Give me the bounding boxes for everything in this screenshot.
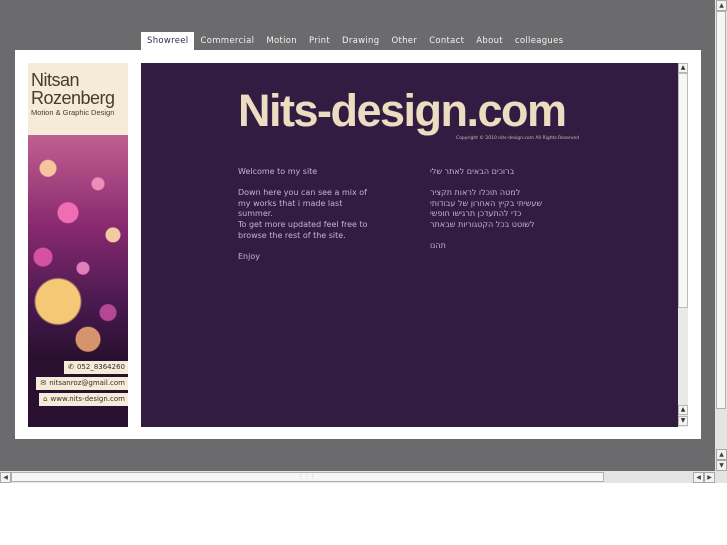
scroll-up-button[interactable]: ▲ [678, 63, 688, 73]
phone-number: 052_8364260 [76, 363, 125, 371]
window-horizontal-scrollbar[interactable]: ◀ ⋮⋮⋮ ◀ ▶ [0, 471, 715, 483]
english-welcome: Welcome to my site [238, 167, 318, 176]
contact-email: ✉ nitsanroz@gmail.com [36, 377, 128, 390]
nav-item-other[interactable]: Other [385, 32, 423, 50]
bokeh-lights-image [28, 135, 128, 357]
nav-item-showreel[interactable]: Showreel [141, 32, 195, 50]
contact-phone: ✆ 052_8364260 [64, 361, 128, 374]
content-frame: Nitsan Rozenberg Motion & Graphic Design… [15, 50, 701, 439]
banner-contact-area: ✆ 052_8364260 ✉ nitsanroz@gmail.com ⌂ ww… [28, 357, 128, 427]
scroll-down-button[interactable]: ▼ [678, 416, 688, 426]
hebrew-line: כדי להתעדכן תרגישו חופשי [430, 209, 522, 219]
english-line: browse the rest of the site. [238, 230, 346, 240]
window-scroll-down-button[interactable]: ▼ [716, 460, 727, 471]
scrollbar-corner [715, 471, 727, 483]
contact-website: ⌂ www.nits-design.com [39, 393, 128, 406]
nav-item-drawing[interactable]: Drawing [336, 32, 385, 50]
main-panel: Nits-design.com Copyright © 2010 nits-de… [141, 63, 678, 427]
hebrew-line: לשוטט בכל הקטגוריות שבאתר [430, 219, 535, 229]
hebrew-enjoy: תהנו [430, 241, 446, 251]
nav-item-contact[interactable]: Contact [423, 32, 470, 50]
nav-item-motion[interactable]: Motion [260, 32, 303, 50]
window-scroll-left-button-right[interactable]: ◀ [693, 472, 704, 483]
window-scroll-up-button[interactable]: ▲ [716, 0, 727, 11]
nav-item-about[interactable]: About [470, 32, 509, 50]
hebrew-line: שעשיתי בקיץ האחרון של עבודותי [430, 198, 543, 208]
english-line: To get more updated feel free to [238, 219, 368, 229]
hebrew-welcome-text: ברוכים הבאים לאתר שלי למטה תוכלו לראות ת… [430, 167, 580, 262]
english-body: Down here you can see a mix of my works … [238, 188, 378, 241]
english-line: my works that i made last summer. [238, 198, 343, 219]
designer-last-name: Rozenberg [31, 88, 115, 108]
window-horizontal-thumb[interactable]: ⋮⋮⋮ [11, 472, 604, 482]
window-scroll-left-button[interactable]: ◀ [0, 472, 11, 483]
designer-subtitle: Motion & Graphic Design [31, 108, 115, 117]
copyright-notice: Copyright © 2010 nits-design.com All Rig… [456, 136, 580, 141]
scroll-thumb[interactable] [678, 73, 688, 308]
window-scroll-right-button[interactable]: ▶ [704, 472, 715, 483]
english-welcome-text: Welcome to my site Down here you can see… [238, 167, 378, 273]
nav-item-commercial[interactable]: Commercial [194, 32, 260, 50]
phone-icon: ✆ [68, 363, 74, 371]
designer-name: Nitsan Rozenberg [31, 71, 115, 107]
hebrew-welcome: ברוכים הבאים לאתר שלי [430, 167, 515, 176]
nav-item-print[interactable]: Print [303, 32, 336, 50]
page-viewport: Showreel Commercial Motion Print Drawing… [0, 0, 715, 471]
english-line: Down here you can see a mix of [238, 188, 367, 198]
profile-banner: Nitsan Rozenberg Motion & Graphic Design… [28, 63, 128, 427]
hebrew-line: למטה תוכלו לראות תקציר [430, 188, 521, 198]
scroll-up-button-lower[interactable]: ▲ [678, 405, 688, 415]
grip-icon: ⋮⋮⋮ [298, 474, 317, 480]
window-vertical-thumb[interactable] [716, 11, 726, 409]
mail-icon: ✉ [40, 379, 47, 387]
designer-first-name: Nitsan [31, 70, 80, 90]
main-nav: Showreel Commercial Motion Print Drawing… [141, 32, 569, 50]
banner-header: Nitsan Rozenberg Motion & Graphic Design [28, 63, 128, 135]
window-vertical-scrollbar[interactable]: ▲ ▲ ▼ [715, 0, 727, 471]
email-address: nitsanroz@gmail.com [49, 379, 125, 387]
nav-item-colleagues[interactable]: colleagues [509, 32, 569, 50]
site-logo: Nits-design.com [238, 85, 567, 136]
window-scroll-up-button-lower[interactable]: ▲ [716, 449, 727, 460]
english-enjoy: Enjoy [238, 251, 260, 261]
home-icon: ⌂ [43, 395, 48, 403]
website-url: www.nits-design.com [50, 395, 125, 403]
content-scrollbar[interactable]: ▲ ▲ ▼ [678, 63, 688, 427]
hebrew-body: למטה תוכלו לראות תקציר שעשיתי בקיץ האחרו… [430, 188, 580, 230]
